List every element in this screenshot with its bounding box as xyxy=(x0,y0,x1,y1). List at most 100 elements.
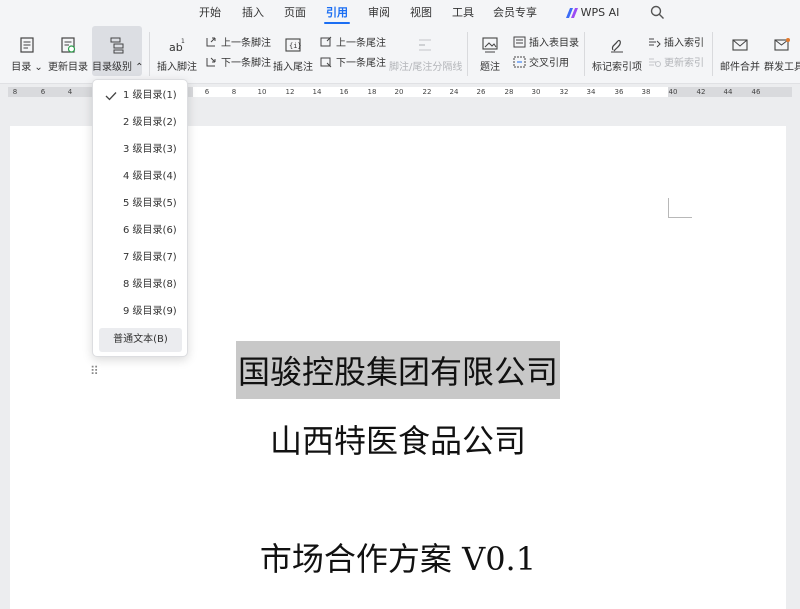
subsidiary-title[interactable]: 山西特医食品公司 xyxy=(10,416,786,462)
prev-footnote-button[interactable]: 上一条脚注 xyxy=(205,36,271,52)
ruler-tick-label: 38 xyxy=(641,88,651,96)
footnote-icon: ab 1 xyxy=(169,38,185,54)
search-icon[interactable] xyxy=(650,5,665,20)
check-icon xyxy=(105,92,117,101)
toc-level-item-1[interactable]: 1 级目录(1) xyxy=(99,84,182,108)
toc-button[interactable]: 目录 ⌄ xyxy=(10,26,44,76)
ruler-tick-label: 28 xyxy=(504,88,514,96)
tab-wps-ai[interactable]: WPS AI xyxy=(580,0,620,26)
toc-level-button[interactable]: 目录级别 ⌃ xyxy=(92,26,144,76)
tab-review[interactable]: 审阅 xyxy=(362,0,396,26)
ruler-tick-label: 46 xyxy=(751,88,761,96)
wps-ai-logo-icon xyxy=(566,8,578,18)
toc-level-icon xyxy=(110,37,124,54)
toc-icon xyxy=(20,37,34,53)
toc-level-item-7[interactable]: 7 级目录(7) xyxy=(99,246,182,270)
table-of-figures-icon xyxy=(513,36,526,48)
cross-reference-button[interactable]: 交叉引用 xyxy=(513,56,569,72)
mark-index-entry-button[interactable]: 标记索引项 xyxy=(592,26,642,76)
ruler-tick-label: 6 xyxy=(204,88,210,96)
update-toc-icon xyxy=(61,37,76,53)
toc-level-item-5[interactable]: 5 级目录(5) xyxy=(99,192,182,216)
insert-index-button[interactable]: 插入索引 xyxy=(648,36,704,52)
mark-index-entry-label: 标记索引项 xyxy=(592,62,642,73)
ruler-tick-label: 8 xyxy=(12,88,18,96)
ruler-tick-label: 32 xyxy=(559,88,569,96)
ruler-tick-label: 30 xyxy=(531,88,541,96)
prev-endnote-button[interactable]: 上一条尾注 xyxy=(320,36,386,52)
separator xyxy=(467,32,468,76)
next-endnote-button[interactable]: 下一条尾注 xyxy=(320,56,386,72)
update-toc-button[interactable]: 更新目录 xyxy=(46,26,90,76)
tab-tools[interactable]: 工具 xyxy=(446,0,480,26)
update-index-icon xyxy=(649,58,661,67)
tab-page[interactable]: 页面 xyxy=(278,0,312,26)
separator xyxy=(584,32,585,76)
ruler-tick-label: 18 xyxy=(367,88,377,96)
ruler-tick-label: 44 xyxy=(723,88,733,96)
tab-view[interactable]: 视图 xyxy=(404,0,438,26)
ruler-tick-label: 34 xyxy=(586,88,596,96)
mail-icon xyxy=(732,39,748,51)
ruler-tick-label: 40 xyxy=(668,88,678,96)
ruler-tick-label: 36 xyxy=(614,88,624,96)
ruler-tick-label: 24 xyxy=(449,88,459,96)
tab-references[interactable]: 引用 xyxy=(320,0,354,26)
toc-level-dropdown: 1 级目录(1) 2 级目录(2) 3 级目录(3) 4 级目录(4) 5 级目… xyxy=(92,79,188,357)
bulk-tools-label: 群发工具 xyxy=(764,62,800,73)
company-title-text[interactable]: 国骏控股集团有限公司 xyxy=(235,341,560,399)
insert-table-of-figures-button[interactable]: 插入表目录 xyxy=(513,36,579,52)
toc-level-item-3[interactable]: 3 级目录(3) xyxy=(99,138,182,162)
svg-text:1: 1 xyxy=(181,38,185,45)
caption-icon xyxy=(482,37,498,53)
bulk-tools-button[interactable]: 群发工具 xyxy=(764,26,800,76)
separator xyxy=(149,32,150,76)
ruler-tick-label: 14 xyxy=(312,88,322,96)
mail-merge-button[interactable]: 邮件合并 xyxy=(718,26,762,76)
tab-member[interactable]: 会员专享 xyxy=(490,0,540,26)
next-footnote-icon xyxy=(206,57,216,67)
menu-bar: 开始 插入 页面 引用 审阅 视图 工具 会员专享 WPS AI xyxy=(0,0,800,26)
toc-level-item-8[interactable]: 8 级目录(8) xyxy=(99,273,182,297)
plan-title[interactable]: 市场合作方案 V0.1 xyxy=(10,534,786,580)
note-separator-button[interactable]: 脚注/尾注分隔线 xyxy=(389,26,462,76)
ruler-tick-label: 8 xyxy=(231,88,237,96)
caption-label: 题注 xyxy=(480,62,500,73)
ruler-tick-label: 12 xyxy=(285,88,295,96)
ruler-tick-label: 26 xyxy=(476,88,486,96)
mail-merge-label: 邮件合并 xyxy=(720,62,760,73)
margin-corner-mark xyxy=(668,198,692,218)
ruler-tick-label: 6 xyxy=(40,88,46,96)
toc-level-item-6[interactable]: 6 级目录(6) xyxy=(99,219,182,243)
svg-text:{i}: {i} xyxy=(289,42,302,50)
ruler-tick-label: 42 xyxy=(696,88,706,96)
tab-insert[interactable]: 插入 xyxy=(236,0,270,26)
toc-level-label: 目录级别 xyxy=(92,62,132,73)
bulk-mail-icon xyxy=(774,38,790,51)
toc-level-plain-text[interactable]: 普通文本(B) xyxy=(99,328,182,352)
update-index-button[interactable]: 更新索引 xyxy=(648,56,704,72)
ruler-tick-label: 16 xyxy=(339,88,349,96)
toc-level-item-2[interactable]: 2 级目录(2) xyxy=(99,111,182,135)
ruler-tick-label: 22 xyxy=(422,88,432,96)
insert-footnote-label: 插入脚注 xyxy=(157,62,197,73)
endnote-icon: {i} xyxy=(285,38,302,52)
ruler-tick-label: 4 xyxy=(67,88,73,96)
insert-endnote-button[interactable]: {i} 插入尾注 xyxy=(272,26,314,76)
insert-endnote-label: 插入尾注 xyxy=(273,62,313,73)
insert-footnote-button[interactable]: ab 1 插入脚注 xyxy=(155,26,199,76)
tab-home[interactable]: 开始 xyxy=(193,0,227,26)
next-footnote-button[interactable]: 下一条脚注 xyxy=(205,56,271,72)
separator-line-icon xyxy=(419,39,431,51)
cross-reference-icon xyxy=(513,56,526,68)
prev-footnote-icon xyxy=(206,37,216,47)
ribbon-toolbar: 目录 ⌄ 更新目录 目录级别 ⌃ ab 1 插入脚注 上一条脚注 下一条脚注 {… xyxy=(0,26,800,84)
prev-endnote-icon xyxy=(320,36,332,47)
toc-level-item-9[interactable]: 9 级目录(9) xyxy=(99,300,182,324)
next-endnote-icon xyxy=(320,57,332,68)
toc-label: 目录 xyxy=(11,62,32,73)
caption-button[interactable]: 题注 xyxy=(474,26,506,76)
separator xyxy=(712,32,713,76)
toc-level-item-4[interactable]: 4 级目录(4) xyxy=(99,165,182,189)
mark-index-icon xyxy=(611,39,623,53)
